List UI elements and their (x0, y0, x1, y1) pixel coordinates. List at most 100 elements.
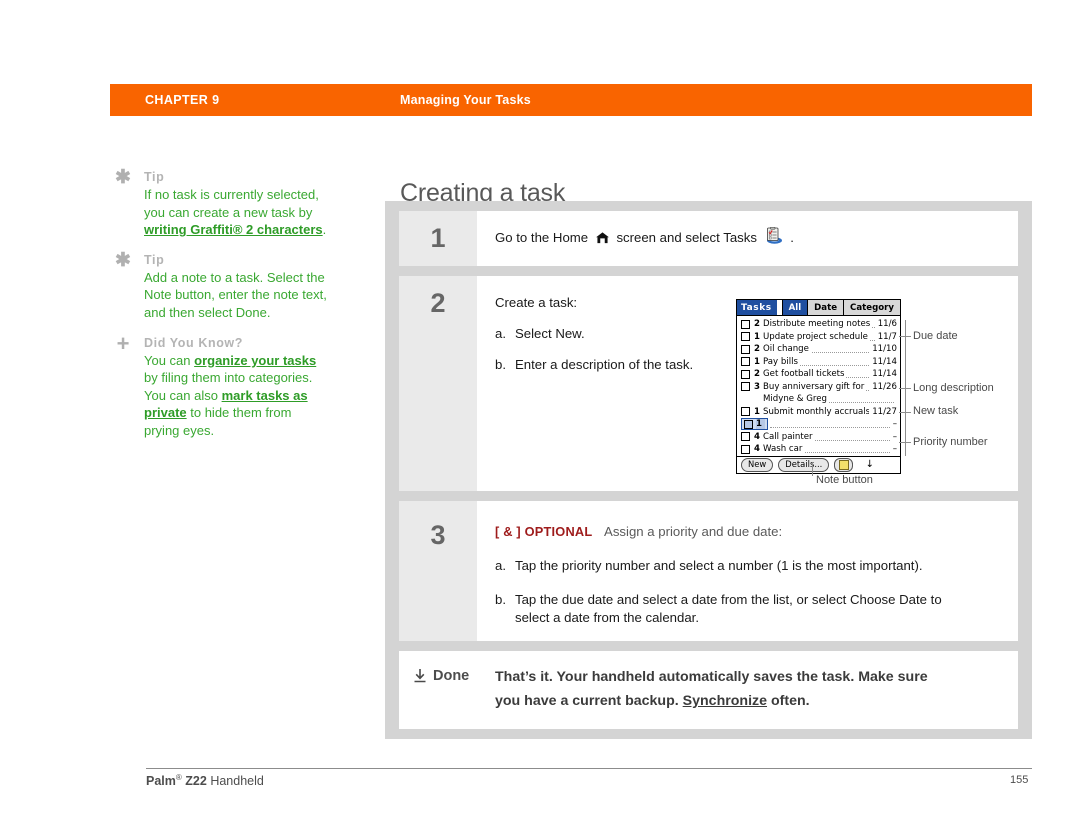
task-row[interactable]: 1 Pay bills 11/14 (737, 356, 900, 369)
task-description[interactable]: Call painter (763, 431, 890, 442)
task-checkbox[interactable] (741, 369, 750, 379)
task-description[interactable]: Update project schedule (763, 331, 875, 342)
step-1-text-b: screen and select Tasks (616, 230, 757, 245)
task-row[interactable]: 4 Wash car – (737, 443, 900, 456)
task-checkbox[interactable] (744, 419, 753, 429)
new-task-selection[interactable]: 1 (741, 418, 768, 431)
task-description[interactable]: Pay bills (763, 356, 870, 367)
tip-body: If no task is currently selected, you ca… (144, 186, 329, 239)
tip-link-graffiti[interactable]: writing Graffiti® 2 characters (144, 222, 323, 237)
palm-device-screenshot: Tasks All Date Category 2 Distribute mee… (736, 299, 901, 474)
step-3-number: 3 (399, 501, 477, 641)
asterisk-icon: ✱ (115, 249, 131, 271)
task-priority[interactable]: 4 (754, 432, 763, 442)
task-description-empty[interactable] (770, 419, 890, 429)
task-row[interactable]: 4 Call painter – (737, 431, 900, 444)
task-checkbox[interactable] (741, 332, 750, 342)
task-due-date[interactable]: 11/14 (869, 357, 897, 367)
task-priority[interactable]: 1 (754, 332, 763, 342)
task-row[interactable]: 1 Update project schedule 11/7 (737, 331, 900, 344)
footer-product-type: Handheld (210, 774, 264, 789)
task-priority[interactable]: 2 (754, 344, 763, 354)
new-button[interactable]: New (741, 457, 774, 472)
tip-heading: Tip (144, 170, 165, 184)
step-1-body: Go to the Home screen and select Tasks . (477, 211, 1018, 266)
task-row[interactable]: 1 Submit monthly accruals 11/27 (737, 406, 900, 419)
done-line-2-post: often. (767, 693, 810, 709)
step-3-body: [ & ] OPTIONAL Assign a priority and due… (477, 501, 1018, 641)
task-row-continuation[interactable]: Midyne & Greg (737, 393, 900, 406)
tip-heading: Tip (144, 252, 165, 267)
task-description[interactable]: Buy anniversary gift for (763, 381, 870, 392)
task-due-date[interactable]: – (890, 432, 897, 442)
step-1: 1 Go to the Home screen and select Tasks (399, 211, 1018, 266)
callout-due-date: Due date (913, 330, 958, 342)
sidebar-tips: ✱ Tip If no task is currently selected, … (114, 168, 329, 454)
task-due-date[interactable]: 11/6 (875, 319, 897, 329)
task-priority[interactable]: 4 (754, 444, 763, 454)
did-you-know-heading: Did You Know? (144, 335, 243, 350)
task-due-date[interactable]: – (890, 444, 897, 454)
task-description[interactable]: Get football tickets (763, 369, 870, 380)
task-row[interactable]: 2 Get football tickets 11/14 (737, 368, 900, 381)
steps-container: 1 Go to the Home screen and select Tasks (385, 201, 1032, 739)
task-priority[interactable]: 1 (754, 357, 763, 367)
task-priority[interactable]: 1 (754, 407, 763, 417)
task-description-continued[interactable]: Midyne & Greg (763, 394, 894, 405)
device-tab-category[interactable]: Category (844, 300, 900, 315)
task-row[interactable]: 3 Buy anniversary gift for 11/26 (737, 381, 900, 394)
task-checkbox[interactable] (741, 319, 750, 329)
task-checkbox[interactable] (741, 432, 750, 442)
task-checkbox[interactable] (741, 344, 750, 354)
details-button[interactable]: Details... (778, 457, 830, 472)
device-task-list: 2 Distribute meeting notes 11/6 1 Update… (737, 316, 900, 456)
scroll-down-arrow-icon[interactable]: ↓ (866, 459, 874, 470)
device-title-bar: Tasks All Date Category (737, 300, 900, 316)
dyk-link-organize-tasks[interactable]: organize your tasks (194, 353, 316, 368)
step-1-number: 1 (399, 211, 477, 266)
footer-brand: Palm (146, 774, 176, 789)
task-checkbox[interactable] (741, 444, 750, 454)
step-2-sub-a-text: Select New. (515, 326, 585, 341)
task-row[interactable]: 2 Distribute meeting notes 11/6 (737, 318, 900, 331)
task-due-date[interactable]: 11/14 (869, 369, 897, 379)
step-3-sub-b: b. Tap the due date and select a date fro… (495, 591, 1000, 627)
device-tab-all[interactable]: All (782, 300, 809, 315)
task-due-date[interactable]: 11/27 (869, 407, 897, 417)
task-priority[interactable]: 2 (754, 319, 763, 329)
task-row[interactable]: 2 Oil change 11/10 (737, 343, 900, 356)
callout-leader-note-button (812, 462, 813, 476)
task-due-date[interactable]: 11/26 (869, 382, 897, 392)
done-text: That’s it. Your handheld automatically s… (481, 665, 1008, 713)
note-button-icon[interactable] (834, 457, 854, 472)
step-2-sub-a-marker: a. (495, 326, 506, 341)
device-tab-date[interactable]: Date (808, 300, 845, 315)
callout-priority-number: Priority number (913, 436, 988, 448)
step-3: 3 [ & ] OPTIONAL Assign a priority and d… (399, 501, 1018, 641)
page-number: 155 (1010, 774, 1029, 786)
task-description[interactable]: Wash car (763, 444, 890, 455)
task-due-date[interactable]: – (890, 419, 897, 429)
callout-leader-priority-number (899, 442, 911, 443)
synchronize-link[interactable]: Synchronize (683, 693, 767, 709)
task-priority[interactable]: 1 (756, 419, 765, 430)
task-checkbox[interactable] (741, 357, 750, 367)
task-priority[interactable]: 3 (754, 382, 763, 392)
task-checkbox[interactable] (741, 407, 750, 417)
footer-divider (146, 768, 1032, 769)
tip-text: If no task is currently selected, you ca… (144, 187, 319, 220)
tip-text-end: . (322, 222, 327, 238)
task-checkbox[interactable] (741, 382, 750, 392)
task-due-date[interactable]: 11/10 (869, 344, 897, 354)
tasks-app-icon (764, 226, 788, 248)
callout-leader-long-description (899, 388, 911, 389)
callout-new-task: New task (913, 405, 959, 417)
task-due-date[interactable]: 11/7 (875, 332, 897, 342)
task-description[interactable]: Distribute meeting notes (763, 319, 875, 330)
step-3-sub-a-marker: a. (495, 558, 506, 573)
task-priority[interactable]: 2 (754, 369, 763, 379)
task-description[interactable]: Submit monthly accruals (763, 406, 870, 417)
task-description[interactable]: Oil change (763, 344, 870, 355)
task-row-new-selected[interactable]: 1 – (737, 418, 900, 431)
done-line-2-pre: you have a current backup. (495, 693, 683, 709)
